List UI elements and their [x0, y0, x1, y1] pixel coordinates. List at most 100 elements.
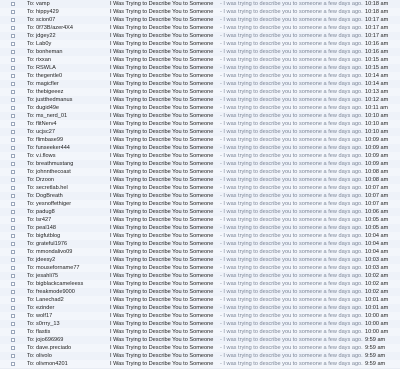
snippet: - I was trying to describe you to someon… [220, 321, 363, 327]
timestamp: 10:17 am [365, 25, 389, 31]
row-checkbox[interactable] [11, 298, 15, 302]
recipient: To: flimbase99 [27, 137, 64, 143]
row-checkbox[interactable] [11, 10, 15, 14]
subject: I Was Trying to Describe You to Someone [110, 249, 214, 255]
recipient: To: jojo696969 [27, 337, 64, 343]
snippet: - I was trying to describe you to someon… [220, 273, 363, 279]
timestamp: 10:02 am [365, 281, 389, 287]
timestamp: 10:11 am [365, 105, 388, 111]
row-checkbox[interactable] [11, 26, 15, 30]
row-checkbox[interactable] [11, 322, 15, 326]
timestamp: 10:07 am [365, 193, 389, 199]
row-checkbox[interactable] [11, 282, 15, 286]
row-checkbox[interactable] [11, 122, 15, 126]
timestamp: 10:10 am [365, 129, 389, 135]
snippet: - I was trying to describe you to someon… [220, 345, 363, 351]
row-checkbox[interactable] [11, 162, 15, 166]
timestamp: 10:02 am [365, 273, 389, 279]
row-checkbox[interactable] [11, 50, 15, 54]
subject: I Was Trying to Describe You to Someone [110, 297, 214, 303]
snippet: - I was trying to describe you to someon… [220, 81, 363, 87]
timestamp: 10:04 am [365, 233, 389, 239]
row-checkbox[interactable] [11, 314, 15, 318]
timestamp: 10:10 am [365, 113, 389, 119]
row-checkbox[interactable] [11, 242, 15, 246]
timestamp: 10:16 am [365, 49, 389, 55]
row-checkbox[interactable] [11, 138, 15, 142]
subject: I Was Trying to Describe You to Someone [110, 57, 214, 63]
row-checkbox[interactable] [11, 58, 15, 62]
subject: I Was Trying to Describe You to Someone [110, 65, 214, 71]
snippet: - I was trying to describe you to someon… [220, 209, 363, 215]
snippet: - I was trying to describe you to someon… [220, 217, 363, 223]
row-checkbox[interactable] [11, 146, 15, 150]
row-checkbox[interactable] [11, 258, 15, 262]
recipient: To: v.i.flows [27, 153, 56, 159]
subject: I Was Trying to Describe You to Someone [110, 89, 214, 95]
recipient: To: vamp [27, 1, 50, 7]
row-checkbox[interactable] [11, 170, 15, 174]
row-checkbox[interactable] [11, 306, 15, 310]
row-checkbox[interactable] [11, 250, 15, 254]
subject: I Was Trying to Describe You to Someone [110, 345, 214, 351]
timestamp: 10:00 am [365, 329, 389, 335]
recipient: To: freakmode9000 [27, 289, 75, 295]
timestamp: 10:00 am [365, 321, 389, 327]
row-checkbox[interactable] [11, 154, 15, 158]
timestamp: 10:06 am [365, 209, 389, 215]
snippet: - I was trying to describe you to someon… [220, 97, 363, 103]
row-checkbox[interactable] [11, 226, 15, 230]
row-checkbox[interactable] [11, 194, 15, 198]
row-checkbox[interactable] [11, 178, 15, 182]
row-checkbox[interactable] [11, 354, 15, 358]
timestamp: 10:05 am [365, 217, 389, 223]
timestamp: 10:01 am [365, 305, 389, 311]
row-checkbox[interactable] [11, 34, 15, 38]
row-checkbox[interactable] [11, 346, 15, 350]
recipient: To: RSWLA [27, 65, 56, 71]
snippet: - I was trying to describe you to someon… [220, 201, 363, 207]
recipient: To: olivmon4201 [27, 361, 68, 367]
row-checkbox[interactable] [11, 210, 15, 214]
timestamp: 10:14 am [365, 73, 389, 79]
row-checkbox[interactable] [11, 338, 15, 342]
recipient: To: dave.preciado [27, 345, 72, 351]
row-checkbox[interactable] [11, 82, 15, 86]
row-checkbox[interactable] [11, 362, 15, 366]
recipient: To: flastis [27, 329, 51, 335]
row-checkbox[interactable] [11, 2, 15, 6]
snippet: - I was trying to describe you to someon… [220, 145, 363, 151]
snippet: - I was trying to describe you to someon… [220, 289, 363, 295]
row-checkbox[interactable] [11, 130, 15, 134]
row-checkbox[interactable] [11, 330, 15, 334]
subject: I Was Trying to Describe You to Someone [110, 17, 214, 23]
recipient: To: secretlab.hel [27, 185, 68, 191]
row-checkbox[interactable] [11, 74, 15, 78]
snippet: - I was trying to describe you to someon… [220, 49, 363, 55]
subject: I Was Trying to Describe You to Someone [110, 137, 214, 143]
row-checkbox[interactable] [11, 266, 15, 270]
row-checkbox[interactable] [11, 114, 15, 118]
subject: I Was Trying to Describe You to Someone [110, 265, 214, 271]
row-checkbox[interactable] [11, 42, 15, 46]
recipient: To: magicfler [27, 81, 59, 87]
subject: I Was Trying to Describe You to Someone [110, 241, 214, 247]
subject: I Was Trying to Describe You to Someone [110, 49, 214, 55]
recipient: To: 0f73B/azer4X4 [27, 25, 74, 31]
row-checkbox[interactable] [11, 290, 15, 294]
row-checkbox[interactable] [11, 274, 15, 278]
row-checkbox[interactable] [11, 234, 15, 238]
recipient: To: wolf17 [27, 313, 53, 319]
row-checkbox[interactable] [11, 202, 15, 206]
row-checkbox[interactable] [11, 90, 15, 94]
subject: I Was Trying to Describe You to Someone [110, 81, 214, 87]
row-checkbox[interactable] [11, 98, 15, 102]
row-checkbox[interactable] [11, 218, 15, 222]
row-checkbox[interactable] [11, 186, 15, 190]
row-checkbox[interactable] [11, 66, 15, 70]
row-checkbox[interactable] [11, 106, 15, 110]
row-checkbox[interactable] [11, 18, 15, 22]
recipient: To: Drzoon [27, 177, 55, 183]
timestamp: 10:00 am [365, 313, 389, 319]
subject: I Was Trying to Describe You to Someone [110, 105, 214, 111]
